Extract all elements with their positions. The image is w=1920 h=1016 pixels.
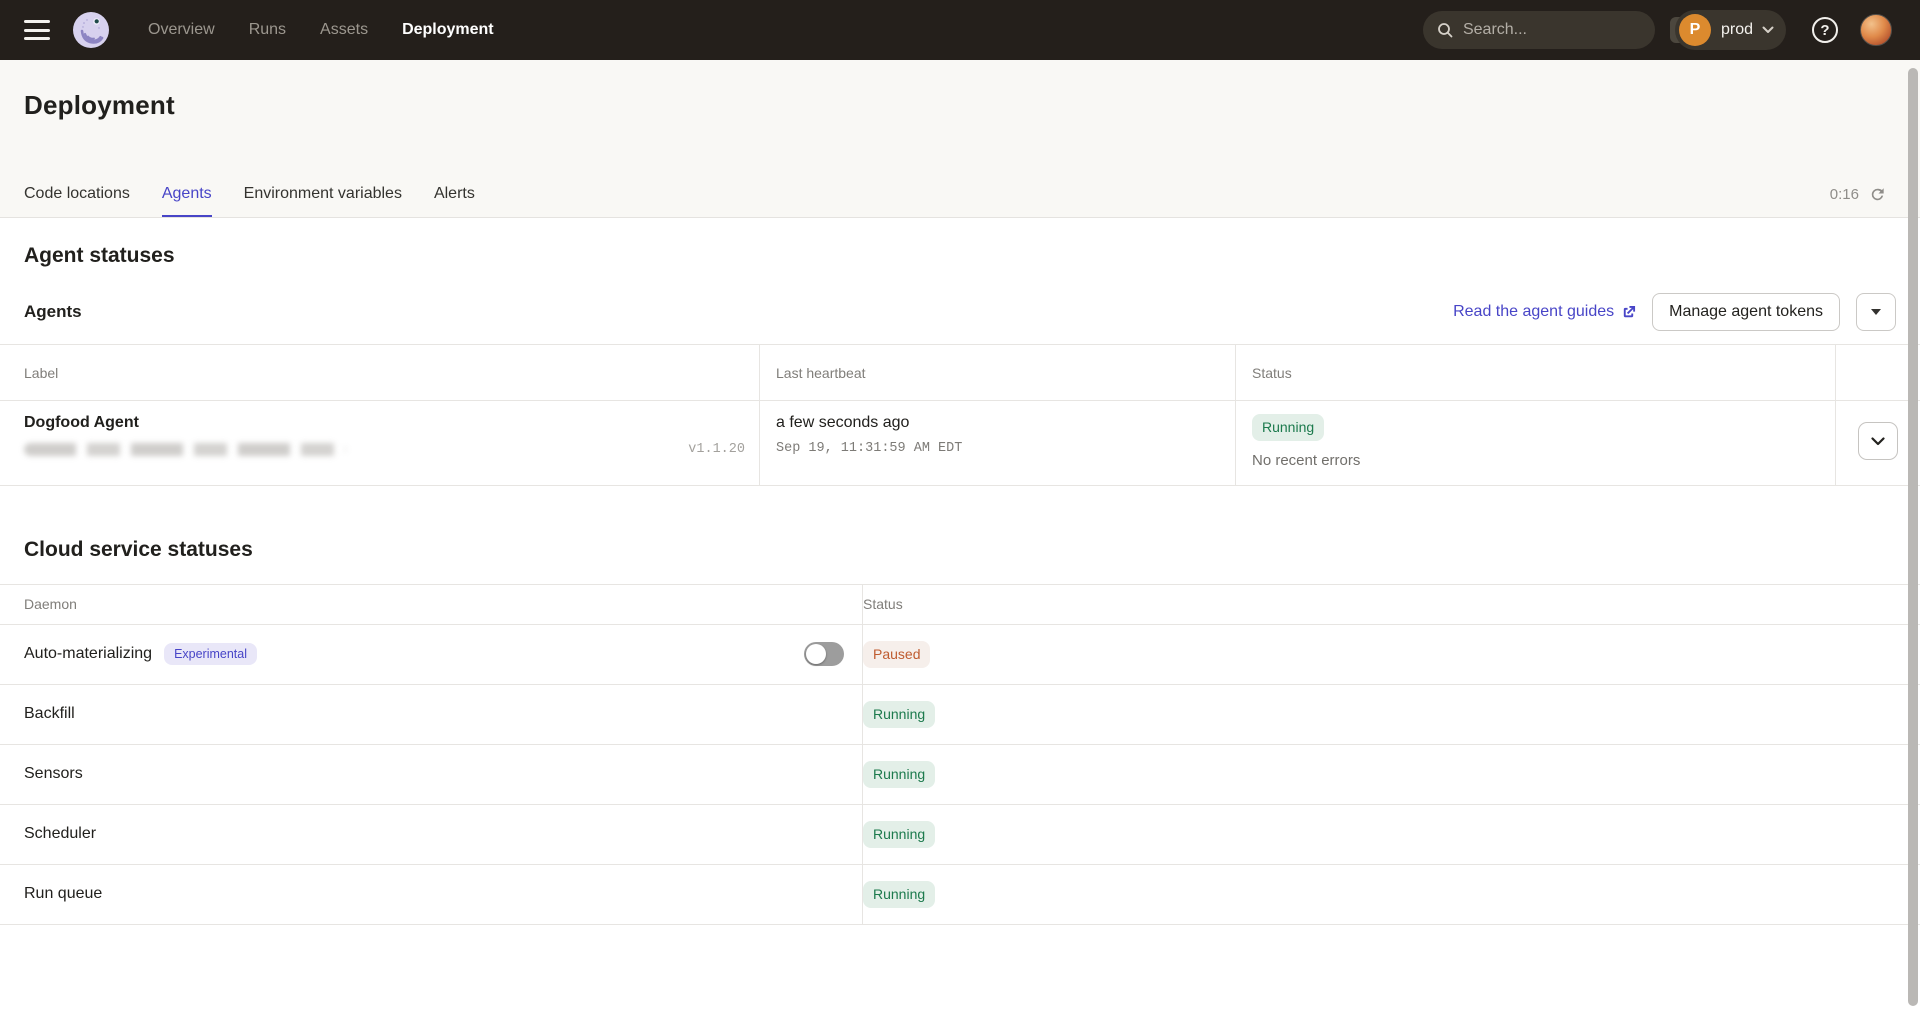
search-box[interactable]: / bbox=[1423, 11, 1655, 49]
agent-heartbeat-cell: a few seconds ago Sep 19, 11:31:59 AM ED… bbox=[759, 401, 1235, 485]
nav-item-assets[interactable]: Assets bbox=[320, 21, 368, 39]
hamburger-menu-icon[interactable] bbox=[24, 20, 50, 40]
heartbeat-timestamp: Sep 19, 11:31:59 AM EDT bbox=[776, 441, 1219, 456]
agents-table-header: Label Last heartbeat Status bbox=[0, 345, 1920, 401]
org-name: prod bbox=[1721, 21, 1753, 39]
daemon-status-badge: Running bbox=[863, 761, 935, 788]
page-header: Deployment Code locations Agents Environ… bbox=[0, 60, 1920, 218]
agents-actions: Read the agent guides Manage agent token… bbox=[1453, 293, 1896, 331]
daemon-name: Scheduler bbox=[24, 825, 96, 843]
agent-name: Dogfood Agent bbox=[24, 414, 745, 432]
agent-statuses-title: Agent statuses bbox=[24, 244, 1896, 268]
agent-guides-link-label: Read the agent guides bbox=[1453, 303, 1614, 321]
page-title: Deployment bbox=[24, 90, 175, 121]
deployment-tabs: Code locations Agents Environment variab… bbox=[24, 185, 475, 217]
agent-expand-button[interactable] bbox=[1858, 422, 1898, 460]
search-icon bbox=[1437, 22, 1453, 38]
agents-table: Label Last heartbeat Status Dogfood Agen… bbox=[0, 344, 1920, 486]
nav-item-overview[interactable]: Overview bbox=[148, 21, 215, 39]
col-header-status: Status bbox=[1235, 345, 1835, 400]
caret-down-icon bbox=[1871, 309, 1881, 315]
agent-status-cell: Running No recent errors bbox=[1235, 401, 1835, 485]
col-header-daemon-status: Status bbox=[862, 585, 1920, 624]
daemon-name: Sensors bbox=[24, 765, 83, 783]
col-header-last-heartbeat: Last heartbeat bbox=[759, 345, 1235, 400]
daemon-row-run-queue: Run queue Running bbox=[0, 865, 1920, 925]
cloud-service-statuses-title: Cloud service statuses bbox=[24, 538, 1896, 562]
daemon-row-backfill: Backfill Running bbox=[0, 685, 1920, 745]
daemon-row-scheduler: Scheduler Running bbox=[0, 805, 1920, 865]
cloud-services-table: Daemon Status Auto-materializing Experim… bbox=[0, 584, 1920, 925]
chevron-down-icon bbox=[1871, 437, 1885, 446]
auto-materializing-toggle[interactable] bbox=[804, 642, 844, 666]
daemon-name: Auto-materializing bbox=[24, 645, 152, 663]
chevron-down-icon bbox=[1762, 26, 1774, 34]
daemon-row-sensors: Sensors Running bbox=[0, 745, 1920, 805]
refresh-countdown: 0:16 bbox=[1830, 186, 1859, 203]
agent-guides-link[interactable]: Read the agent guides bbox=[1453, 303, 1636, 321]
daemon-status-badge: Running bbox=[863, 701, 935, 728]
agent-label-cell: Dogfood Agent v1.1.20 bbox=[0, 401, 759, 485]
deployment-switcher[interactable]: P prod bbox=[1675, 10, 1786, 50]
refresh-icon[interactable] bbox=[1869, 186, 1886, 203]
agents-subtitle: Agents bbox=[24, 302, 82, 322]
agents-toolbar: Agents Read the agent guides Manage agen… bbox=[24, 292, 1896, 332]
top-navbar: Overview Runs Assets Deployment / P prod… bbox=[0, 0, 1920, 60]
tab-agents[interactable]: Agents bbox=[162, 185, 212, 217]
experimental-badge: Experimental bbox=[164, 643, 257, 665]
help-icon[interactable]: ? bbox=[1812, 17, 1838, 43]
octopus-logo-icon bbox=[72, 11, 110, 49]
org-avatar: P bbox=[1679, 14, 1711, 46]
main-content: Agent statuses Agents Read the agent gui… bbox=[0, 244, 1920, 925]
daemon-name: Run queue bbox=[24, 885, 102, 903]
heartbeat-relative: a few seconds ago bbox=[776, 414, 1219, 432]
nav-item-runs[interactable]: Runs bbox=[249, 21, 286, 39]
manage-agent-tokens-button[interactable]: Manage agent tokens bbox=[1652, 293, 1840, 331]
search-input[interactable] bbox=[1463, 21, 1670, 39]
tab-code-locations[interactable]: Code locations bbox=[24, 185, 130, 217]
agent-status-detail: No recent errors bbox=[1252, 452, 1819, 469]
daemon-status-badge: Running bbox=[863, 881, 935, 908]
daemon-row-auto-materializing: Auto-materializing Experimental Paused bbox=[0, 625, 1920, 685]
agent-row: Dogfood Agent v1.1.20 a few seconds ago … bbox=[0, 401, 1920, 486]
daemon-status-badge: Paused bbox=[863, 641, 930, 668]
navbar-right: / P prod ? bbox=[1423, 10, 1892, 50]
daemon-name: Backfill bbox=[24, 705, 75, 723]
user-avatar[interactable] bbox=[1860, 14, 1892, 46]
agent-version: v1.1.20 bbox=[688, 442, 745, 457]
daemon-status-badge: Running bbox=[863, 821, 935, 848]
agent-more-actions-button[interactable] bbox=[1856, 293, 1896, 331]
vertical-scrollbar[interactable] bbox=[1908, 68, 1918, 1006]
nav-item-deployment[interactable]: Deployment bbox=[402, 21, 494, 39]
tab-environment-variables[interactable]: Environment variables bbox=[244, 185, 402, 217]
agent-status-badge: Running bbox=[1252, 414, 1324, 441]
tab-alerts[interactable]: Alerts bbox=[434, 185, 475, 217]
primary-nav: Overview Runs Assets Deployment bbox=[148, 21, 494, 39]
col-header-daemon: Daemon bbox=[0, 585, 862, 624]
col-header-label: Label bbox=[0, 345, 759, 400]
external-link-icon bbox=[1621, 305, 1636, 320]
cloud-table-header: Daemon Status bbox=[0, 585, 1920, 625]
refresh-indicator: 0:16 bbox=[1830, 186, 1886, 203]
agent-id-redacted bbox=[24, 443, 346, 456]
dagster-logo[interactable] bbox=[72, 11, 110, 49]
